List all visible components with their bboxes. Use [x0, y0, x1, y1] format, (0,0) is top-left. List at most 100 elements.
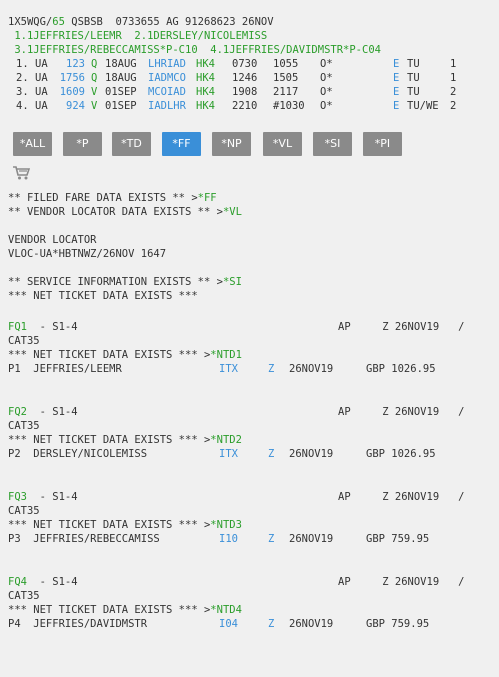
- fare-z-code: Z: [268, 618, 275, 630]
- button-ff[interactable]: *FF: [162, 132, 201, 156]
- segment-date: 01SEP: [105, 100, 137, 112]
- fare-category: CAT35: [8, 590, 40, 602]
- fare-z-code: Z: [268, 363, 275, 375]
- segment-st: HK4: [196, 72, 215, 84]
- fare-passenger: P1 JEFFRIES/LEEMR: [8, 363, 122, 375]
- si-link[interactable]: *SI: [223, 276, 242, 288]
- ntd-link[interactable]: *NTD4: [210, 604, 242, 616]
- net-ticket-text: *** NET TICKET DATA EXISTS *** >: [8, 349, 211, 361]
- ntd-link[interactable]: *NTD3: [210, 519, 242, 531]
- segment-cnt: 1: [450, 58, 457, 70]
- vendor-locator-value: VLOC-UA*HBTNWZ/26NOV 1647: [8, 248, 167, 260]
- segment-air: UA: [35, 86, 48, 98]
- vendor-locator-exists-line: ** VENDOR LOCATOR DATA EXISTS ** >*VL: [8, 205, 242, 219]
- cart-icon[interactable]: [12, 165, 30, 181]
- fare-segments: - S1-4: [26, 491, 78, 503]
- segment-dep: 1246: [232, 72, 258, 84]
- fare-amount: GBP 759.95: [366, 533, 430, 545]
- ntd-link[interactable]: *NTD2: [210, 434, 242, 446]
- fare-z-code: Z: [268, 448, 275, 460]
- segment-city: IADLHR: [148, 100, 186, 112]
- segment-arr: 1505: [273, 72, 299, 84]
- segment-flt: 1756: [59, 72, 85, 84]
- ff-link[interactable]: *FF: [198, 192, 217, 204]
- fare-category: CAT35: [8, 420, 40, 432]
- filed-fare-line: ** FILED FARE DATA EXISTS ** >*FF: [8, 191, 217, 205]
- button-all[interactable]: *ALL: [13, 132, 52, 156]
- segment-num: 2.: [16, 72, 29, 84]
- segment-cnt: 1: [450, 72, 457, 84]
- segment-st: HK4: [196, 58, 215, 70]
- button-td[interactable]: *TD: [112, 132, 151, 156]
- segment-air: UA: [35, 72, 48, 84]
- button-vl[interactable]: *VL: [263, 132, 302, 156]
- vl-link[interactable]: *VL: [223, 206, 242, 218]
- segment-day: TU: [407, 58, 420, 70]
- passenger-names-line-2: 3.1JEFFRIES/REBECCAMISS*P-C10 4.1JEFFRIE…: [8, 44, 381, 56]
- fare-passenger: P4 JEFFRIES/DAVIDMSTR: [8, 618, 148, 630]
- segment-rest: O*: [320, 58, 333, 70]
- fare-date: 26NOV19: [289, 618, 334, 630]
- segment-cnt: 2: [450, 86, 457, 98]
- segment-arr: #1030: [273, 100, 305, 112]
- segment-st: HK4: [196, 100, 215, 112]
- button-pi[interactable]: *PI: [363, 132, 402, 156]
- segment-cls: V: [91, 100, 98, 112]
- fare-date: 26NOV19: [289, 363, 334, 375]
- service-info-text: ** SERVICE INFORMATION EXISTS ** >: [8, 276, 223, 288]
- record-locator: 1X5WQG/: [8, 16, 53, 28]
- segment-e: E: [393, 100, 400, 112]
- fare-ap-info: AP Z 26NOV19 /: [338, 491, 465, 503]
- button-np[interactable]: *NP: [212, 132, 251, 156]
- segment-air: UA: [35, 58, 48, 70]
- fare-type-code: I04: [219, 618, 238, 630]
- fare-quote-id[interactable]: FQ1: [8, 321, 27, 333]
- fare-date: 26NOV19: [289, 533, 334, 545]
- terminal-screen: 1X5WQG/65 QSBSB 0733655 AG 91268623 26NO…: [0, 0, 499, 677]
- segment-rest: O*: [320, 100, 333, 112]
- segment-cls: Q: [91, 72, 98, 84]
- segment-cls: Q: [91, 58, 98, 70]
- fare-amount: GBP 759.95: [366, 618, 430, 630]
- segment-num: 4.: [16, 100, 29, 112]
- segment-date: 01SEP: [105, 86, 137, 98]
- segment-city: LHRIAD: [148, 58, 186, 70]
- passenger-names-line-1: 1.1JEFFRIES/LEEMR 2.1DERSLEY/NICOLEMISS: [8, 30, 268, 42]
- vendor-locator-text: ** VENDOR LOCATOR DATA EXISTS ** >: [8, 206, 223, 218]
- segment-dep: 0730: [232, 58, 258, 70]
- segment-dep: 2210: [232, 100, 258, 112]
- pnr-header-rest: QSBSB 0733655 AG 91268623 26NOV: [64, 16, 274, 28]
- segment-date: 18AUG: [105, 72, 137, 84]
- fare-quote-id[interactable]: FQ4: [8, 576, 27, 588]
- segment-flt: 924: [66, 100, 85, 112]
- segment-e: E: [393, 86, 400, 98]
- segment-arr: 1055: [273, 58, 299, 70]
- ntd-link[interactable]: *NTD1: [210, 349, 242, 361]
- button-p[interactable]: *P: [63, 132, 102, 156]
- segment-num: 1.: [16, 58, 29, 70]
- net-ticket-text: *** NET TICKET DATA EXISTS *** >: [8, 604, 211, 616]
- fare-amount: GBP 1026.95: [366, 448, 436, 460]
- segment-cnt: 2: [450, 100, 457, 112]
- segment-e: E: [393, 58, 400, 70]
- fare-type-code: ITX: [219, 448, 238, 460]
- segment-e: E: [393, 72, 400, 84]
- segment-rest: O*: [320, 86, 333, 98]
- segment-dep: 1908: [232, 86, 258, 98]
- service-info-line: ** SERVICE INFORMATION EXISTS ** >*SI: [8, 275, 242, 289]
- fare-net-ticket-line: *** NET TICKET DATA EXISTS *** >*NTD4: [8, 603, 242, 617]
- net-ticket-text: *** NET TICKET DATA EXISTS *** >: [8, 519, 211, 531]
- segment-day: TU/WE: [407, 100, 439, 112]
- pnr-header-line: 1X5WQG/65 QSBSB 0733655 AG 91268623 26NO…: [8, 15, 274, 29]
- fare-ap-info: AP Z 26NOV19 /: [338, 576, 465, 588]
- net-ticket-text: *** NET TICKET DATA EXISTS *** >: [8, 434, 211, 446]
- fare-date: 26NOV19: [289, 448, 334, 460]
- segment-day: TU: [407, 86, 420, 98]
- fare-quote-id[interactable]: FQ3: [8, 491, 27, 503]
- filed-fare-text: ** FILED FARE DATA EXISTS ** >: [8, 192, 198, 204]
- fare-net-ticket-line: *** NET TICKET DATA EXISTS *** >*NTD3: [8, 518, 242, 532]
- button-si[interactable]: *SI: [313, 132, 352, 156]
- fare-quote-id[interactable]: FQ2: [8, 406, 27, 418]
- fare-segments: - S1-4: [26, 406, 78, 418]
- segment-city: MCOIAD: [148, 86, 186, 98]
